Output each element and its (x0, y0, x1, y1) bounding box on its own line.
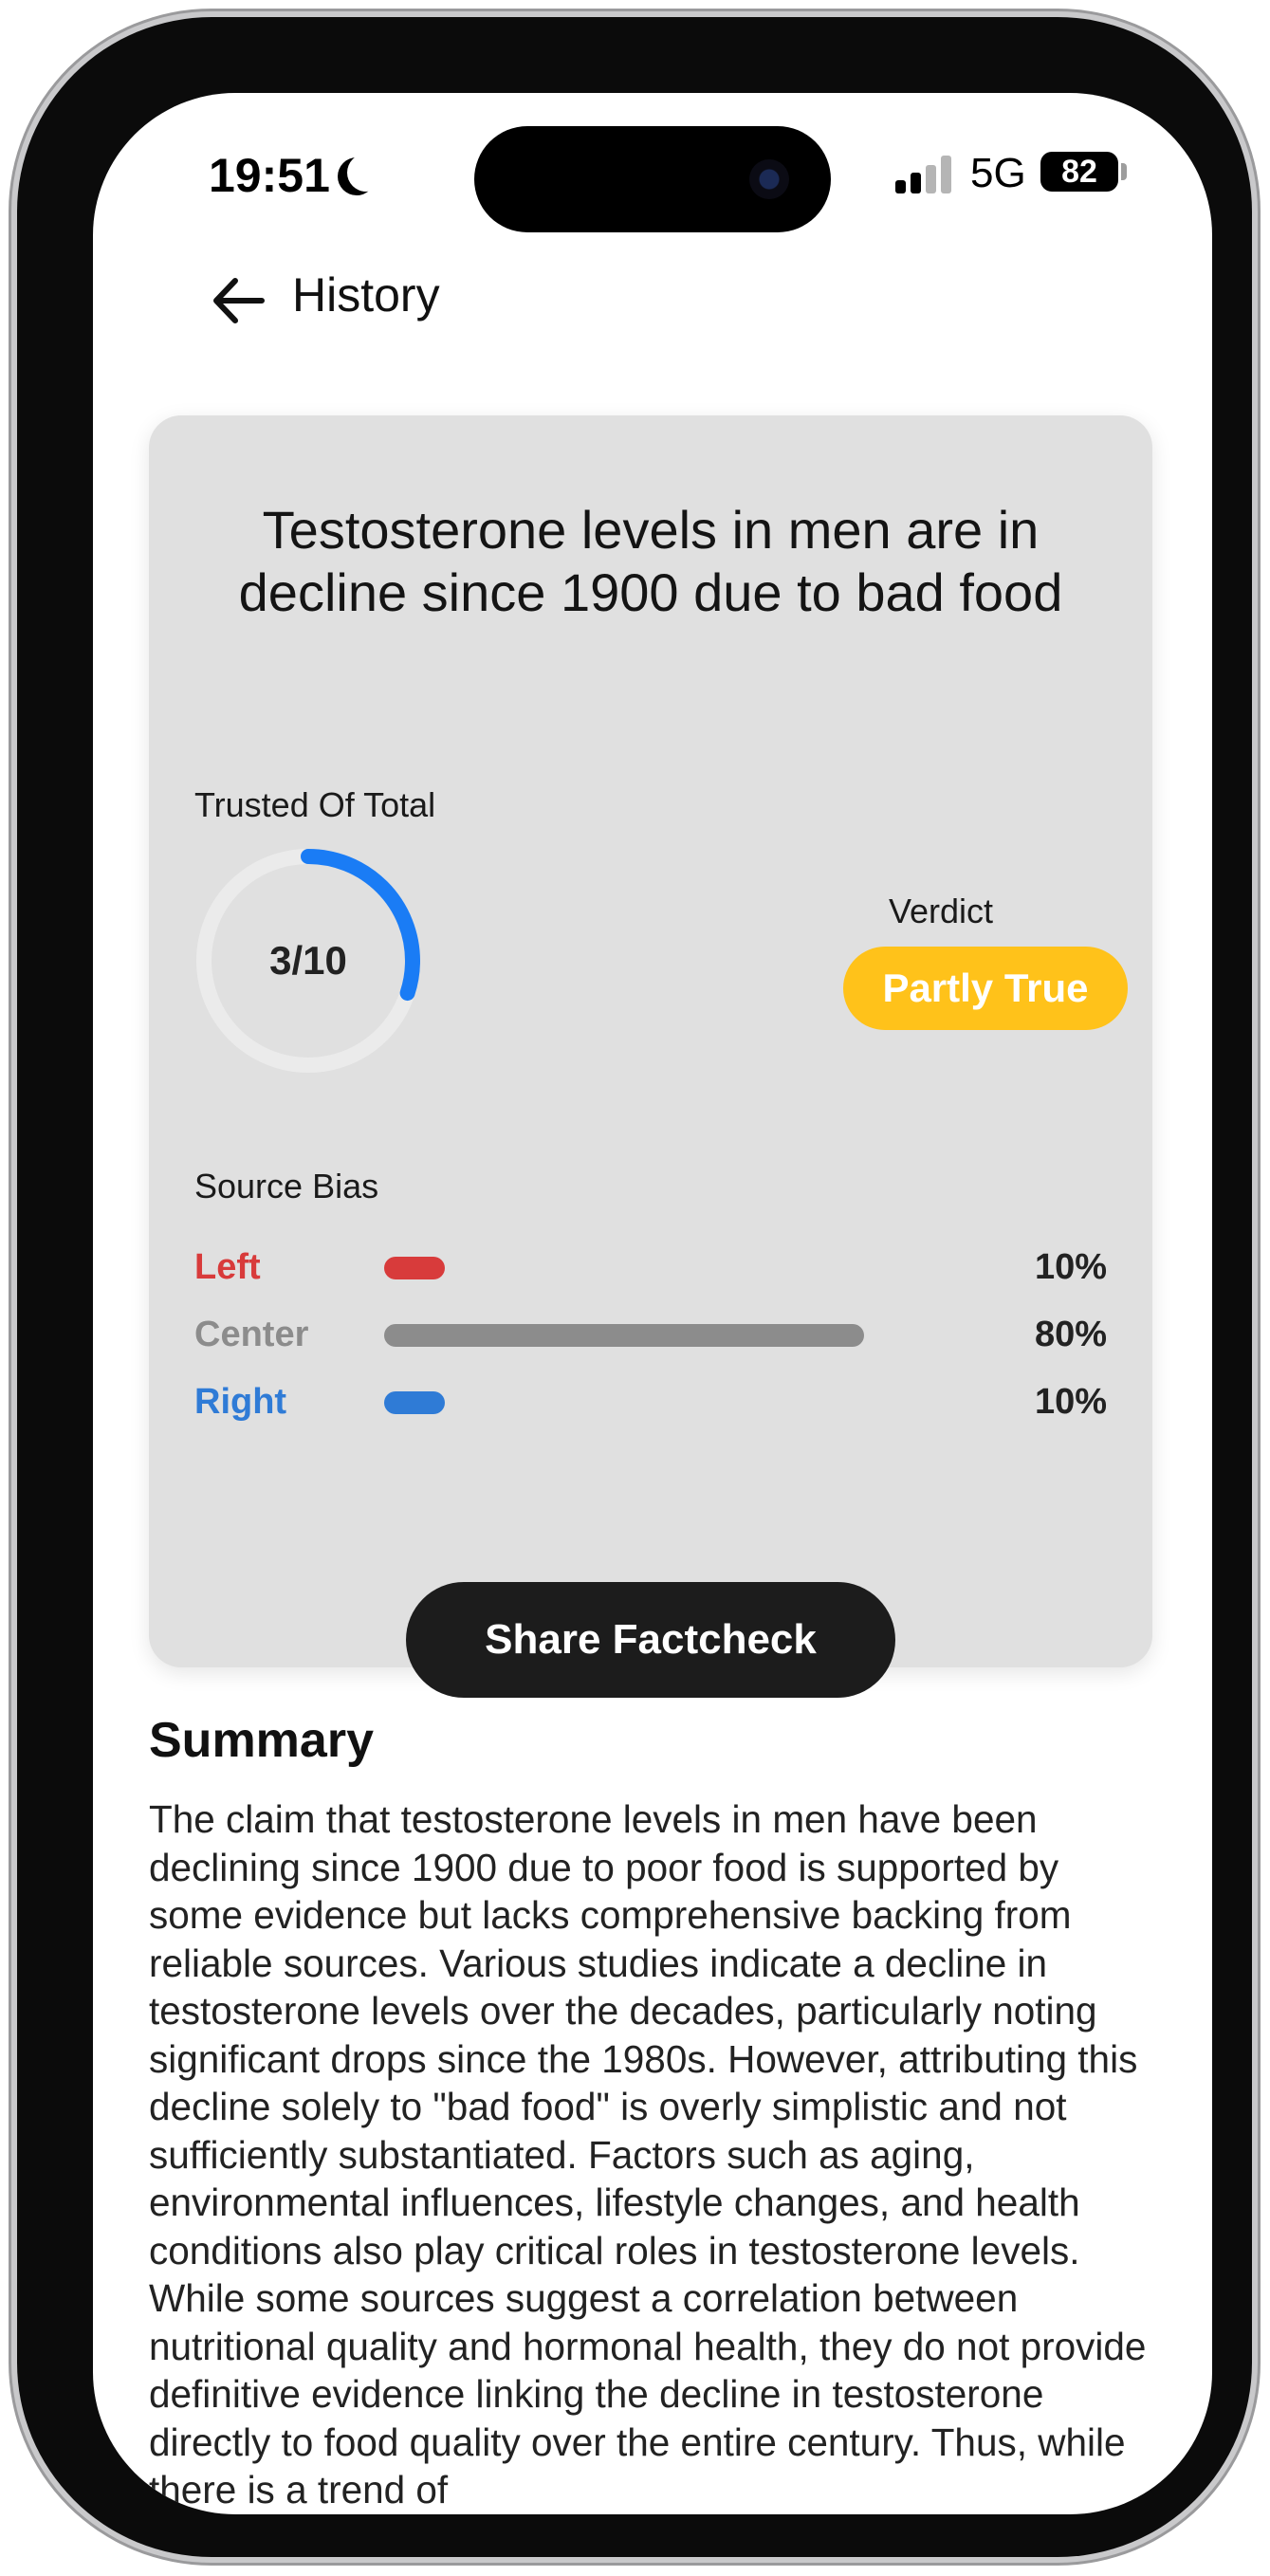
bias-bar-track (384, 1257, 953, 1279)
bias-bar-left (384, 1257, 445, 1279)
trusted-value: 3/10 (269, 938, 347, 983)
share-factcheck-button[interactable]: Share Factcheck (406, 1582, 895, 1698)
factcheck-card: Testosterone levels in men are in declin… (149, 415, 1152, 1698)
battery-tip (1121, 163, 1127, 180)
app-screen: 19:51 5G 82 History Testosterone levels … (93, 93, 1212, 2514)
back-button-label[interactable]: History (292, 267, 440, 322)
bias-percent: 80% (1034, 1315, 1107, 1354)
battery-level: 82 (1040, 152, 1118, 192)
trusted-label: Trusted Of Total (194, 785, 436, 824)
bias-percent: 10% (1034, 1247, 1107, 1287)
source-bias-label: Source Bias (194, 1167, 379, 1205)
bias-name: Left (194, 1247, 261, 1287)
bias-row-center: Center 80% (194, 1311, 1107, 1358)
bias-percent: 10% (1034, 1382, 1107, 1422)
signal-bars-icon (895, 156, 956, 193)
summary-text: The claim that testosterone levels in me… (149, 1797, 1147, 2512)
verdict-label: Verdict (888, 892, 994, 930)
bias-row-right: Right 10% (194, 1378, 1107, 1426)
bias-row-left: Left 10% (194, 1243, 1107, 1291)
bias-bar-track (384, 1391, 953, 1414)
moon-icon (347, 154, 385, 192)
bias-bar-right (384, 1391, 445, 1414)
phone-frame: 19:51 5G 82 History Testosterone levels … (17, 17, 1252, 2557)
claim-title: Testosterone levels in men are in declin… (238, 500, 1063, 622)
bias-bar-center (384, 1324, 864, 1347)
arrow-left-icon[interactable] (209, 271, 267, 330)
network-type: 5G (970, 150, 1026, 196)
status-time: 19:51 (209, 149, 330, 202)
summary-heading: Summary (149, 1713, 374, 1768)
power-button (1251, 825, 1261, 1129)
bias-name: Center (194, 1315, 309, 1354)
camera-icon (749, 159, 789, 199)
bias-name: Right (194, 1382, 287, 1422)
verdict-badge: Partly True (843, 947, 1128, 1030)
bias-bar-track (384, 1324, 953, 1347)
